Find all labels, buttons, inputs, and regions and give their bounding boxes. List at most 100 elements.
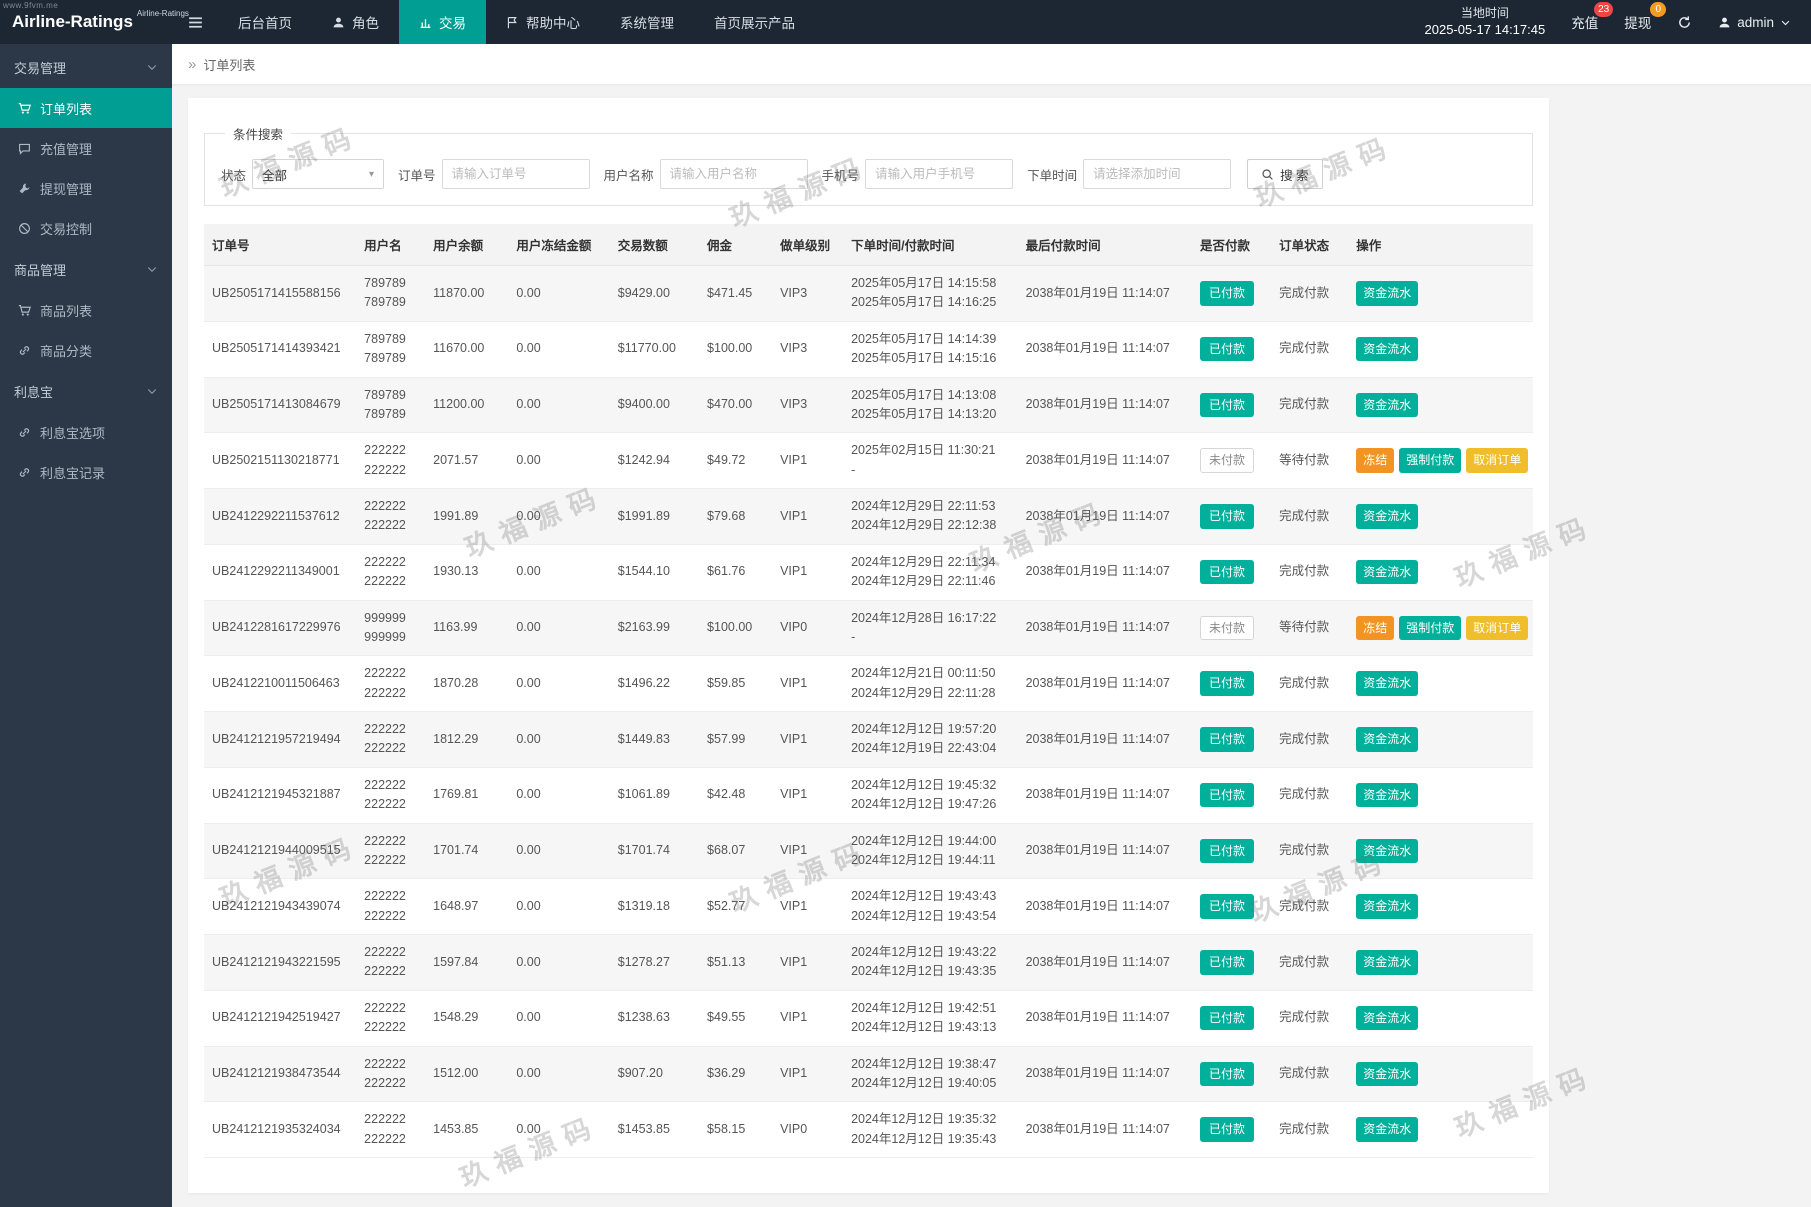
user-cell: 222222222222 [356, 1046, 425, 1102]
action-flow-button[interactable]: 资金流水 [1356, 727, 1418, 752]
action-flow-button[interactable]: 资金流水 [1356, 504, 1418, 529]
order-no-cell: UB2412292211537612 [204, 489, 356, 545]
sidebar-item-product-list[interactable]: 商品列表 [0, 290, 172, 330]
frozen-cell: 0.00 [508, 489, 609, 545]
pay-status-cell: 已付款 [1192, 1102, 1271, 1158]
sidebar-item-label: 充值管理 [40, 139, 92, 158]
pay-status-badge: 已付款 [1200, 727, 1254, 752]
sidebar-item-trade-control[interactable]: 交易控制 [0, 208, 172, 248]
top-nav-system[interactable]: 系统管理 [600, 0, 694, 44]
withdraw-label: 提现 [1624, 16, 1651, 31]
user-cell: 222222222222 [356, 823, 425, 879]
withdraw-link[interactable]: 提现 0 [1624, 12, 1651, 32]
action-flow-button[interactable]: 资金流水 [1356, 839, 1418, 864]
phone-input[interactable] [865, 159, 1013, 189]
table-row: UB24121219353240342222222222221453.850.0… [204, 1102, 1533, 1158]
user-cell: 999999999999 [356, 600, 425, 656]
action-freeze-button[interactable]: 冻结 [1356, 448, 1394, 473]
user-cell: 222222222222 [356, 879, 425, 935]
sidebar-item-recharge-management[interactable]: 充值管理 [0, 128, 172, 168]
action-cancel-button[interactable]: 取消订单 [1466, 616, 1528, 641]
recharge-link[interactable]: 充值 23 [1571, 12, 1598, 32]
order-no-cell: UB2412121938473544 [204, 1046, 356, 1102]
local-time-block: 当地时间 2025-05-17 14:17:45 [1425, 5, 1546, 40]
layout: 交易管理订单列表充值管理提现管理交易控制商品管理商品列表商品分类利息宝利息宝选项… [0, 44, 1811, 1207]
order-no-input[interactable] [442, 159, 590, 189]
amount-cell: $1061.89 [610, 767, 699, 823]
sidebar-item-product-category[interactable]: 商品分类 [0, 330, 172, 370]
action-flow-button[interactable]: 资金流水 [1356, 894, 1418, 919]
action-flow-button[interactable]: 资金流水 [1356, 671, 1418, 696]
table-row: UB25021511302187712222222222222071.570.0… [204, 433, 1533, 489]
menu-toggle-button[interactable] [172, 0, 218, 44]
chevron-down-icon [146, 385, 158, 397]
action-flow-button[interactable]: 资金流水 [1356, 950, 1418, 975]
level-cell: VIP1 [772, 879, 843, 935]
pay-status-badge: 已付款 [1200, 504, 1254, 529]
action-flow-button[interactable]: 资金流水 [1356, 1117, 1418, 1142]
pay-status-cell: 已付款 [1192, 990, 1271, 1046]
top-nav: 后台首页角色交易帮助中心系统管理首页展示产品 [218, 0, 815, 44]
last-pay-cell: 2038年01月19日 11:14:07 [1018, 990, 1192, 1046]
action-flow-button[interactable]: 资金流水 [1356, 560, 1418, 585]
sidebar-item-label: 利息宝选项 [40, 423, 105, 442]
search-legend: 条件搜索 [225, 124, 291, 143]
sidebar-group-trade-management[interactable]: 交易管理 [0, 46, 172, 88]
action-cancel-button[interactable]: 取消订单 [1466, 448, 1528, 473]
order-status-cell: 等待付款 [1271, 600, 1348, 656]
refresh-button[interactable] [1677, 15, 1692, 30]
user-cell: 222222222222 [356, 935, 425, 991]
action-force-button[interactable]: 强制付款 [1399, 616, 1461, 641]
actions-cell: 冻结强制付款取消订单 [1348, 433, 1533, 489]
sidebar-item-interest-options[interactable]: 利息宝选项 [0, 412, 172, 452]
frozen-cell: 0.00 [508, 656, 609, 712]
amount-cell: $1319.18 [610, 879, 699, 935]
order-status-cell: 完成付款 [1271, 935, 1348, 991]
status-label: 状态 [221, 165, 246, 184]
search-row: 状态 全部 ▾ 订单号 用户名称 手机号 下单时间 [217, 159, 1520, 189]
balance-cell: 11670.00 [425, 321, 508, 377]
search-button-label: 搜 索 [1280, 165, 1308, 184]
sidebar-group-product-management[interactable]: 商品管理 [0, 248, 172, 290]
order-status-cell: 完成付款 [1271, 321, 1348, 377]
search-button[interactable]: 搜 索 [1247, 159, 1322, 189]
action-flow-button[interactable]: 资金流水 [1356, 1062, 1418, 1087]
top-nav-home[interactable]: 后台首页 [218, 0, 312, 44]
action-freeze-button[interactable]: 冻结 [1356, 616, 1394, 641]
double-arrow-icon: » [188, 57, 196, 72]
action-flow-button[interactable]: 资金流水 [1356, 281, 1418, 306]
action-flow-button[interactable]: 资金流水 [1356, 1006, 1418, 1031]
top-nav-home-products[interactable]: 首页展示产品 [694, 0, 815, 44]
status-select[interactable]: 全部 ▾ [252, 159, 384, 189]
admin-menu[interactable]: admin [1718, 15, 1791, 30]
breadcrumb: » 订单列表 [172, 44, 1811, 84]
sidebar-item-order-list[interactable]: 订单列表 [0, 88, 172, 128]
top-nav-roles[interactable]: 角色 [312, 0, 399, 44]
commission-cell: $470.00 [699, 377, 772, 433]
commission-cell: $68.07 [699, 823, 772, 879]
top-nav-trade[interactable]: 交易 [399, 0, 486, 44]
times-cell: 2024年12月28日 16:17:22- [843, 600, 1017, 656]
search-icon [1261, 168, 1274, 181]
sidebar-group-interest-treasure[interactable]: 利息宝 [0, 370, 172, 412]
action-flow-button[interactable]: 资金流水 [1356, 393, 1418, 418]
action-force-button[interactable]: 强制付款 [1399, 448, 1461, 473]
order-no-cell: UB2412121935324034 [204, 1102, 356, 1158]
last-pay-cell: 2038年01月19日 11:14:07 [1018, 489, 1192, 545]
refresh-icon [1677, 15, 1692, 30]
sidebar: 交易管理订单列表充值管理提现管理交易控制商品管理商品列表商品分类利息宝利息宝选项… [0, 44, 172, 1207]
comment-icon [18, 142, 31, 155]
search-panel: 条件搜索 状态 全部 ▾ 订单号 用户名称 手机号 [204, 124, 1533, 206]
content-card: 条件搜索 状态 全部 ▾ 订单号 用户名称 手机号 [188, 98, 1549, 1193]
sidebar-group-label: 商品管理 [14, 260, 66, 279]
user-cell: 222222222222 [356, 990, 425, 1046]
action-flow-button[interactable]: 资金流水 [1356, 337, 1418, 362]
sidebar-item-interest-records[interactable]: 利息宝记录 [0, 452, 172, 492]
top-nav-help-center[interactable]: 帮助中心 [486, 0, 600, 44]
action-flow-button[interactable]: 资金流水 [1356, 783, 1418, 808]
username-input[interactable] [660, 159, 808, 189]
sidebar-item-withdraw-management[interactable]: 提现管理 [0, 168, 172, 208]
sidebar-item-label: 提现管理 [40, 179, 92, 198]
order-time-input[interactable] [1083, 159, 1231, 189]
level-cell: VIP1 [772, 712, 843, 768]
